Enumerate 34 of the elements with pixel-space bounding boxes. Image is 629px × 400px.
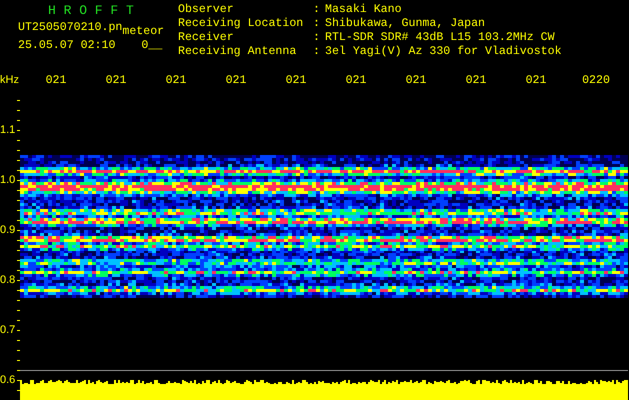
unit-label: kHz <box>0 74 20 86</box>
file-name: UT2505070210.pn <box>18 21 122 34</box>
separator: : <box>313 18 321 32</box>
time-label: 0220 <box>581 74 611 86</box>
separator: : <box>313 4 321 18</box>
time-label: 021 <box>524 74 548 86</box>
separator: : <box>313 46 321 60</box>
frequency-label: 0.8 <box>0 274 16 286</box>
date-time: 25.05.07 02:10 <box>18 39 116 52</box>
time-label: 021 <box>104 74 128 86</box>
mode-label: meteor <box>122 25 164 38</box>
info-label: Receiving Location <box>178 18 304 32</box>
time-label: 021 <box>344 74 368 86</box>
info-label: Observer <box>178 4 235 18</box>
frequency-label: 0.9 <box>0 224 16 236</box>
frequency-label: 0.7 <box>0 324 16 336</box>
time-label: 021 <box>44 74 68 86</box>
time-label: 021 <box>284 74 308 86</box>
info-value: RTL-SDR SDR# 43dB L15 103.2MHz CW <box>325 32 556 46</box>
app-title: H R O F F T <box>47 4 135 18</box>
frequency-label: 0.6 <box>0 374 16 386</box>
time-label: 021 <box>164 74 188 86</box>
counter-label: 0__ <box>141 39 162 52</box>
time-label: 021 <box>224 74 248 86</box>
frequency-label: 1.1 <box>0 124 16 136</box>
time-label: 021 <box>404 74 428 86</box>
time-label: 021 <box>464 74 488 86</box>
frequency-label: 1.0 <box>0 174 16 186</box>
separator: : <box>313 32 321 46</box>
info-label: Receiving Antenna <box>178 46 298 60</box>
info-value: Shibukawa, Gunma, Japan <box>325 18 486 32</box>
info-value: Masaki Kano <box>325 4 403 18</box>
info-value: 3el Yagi(V) Az 330 for Vladivostok <box>325 46 562 60</box>
info-label: Receiver <box>178 32 235 46</box>
